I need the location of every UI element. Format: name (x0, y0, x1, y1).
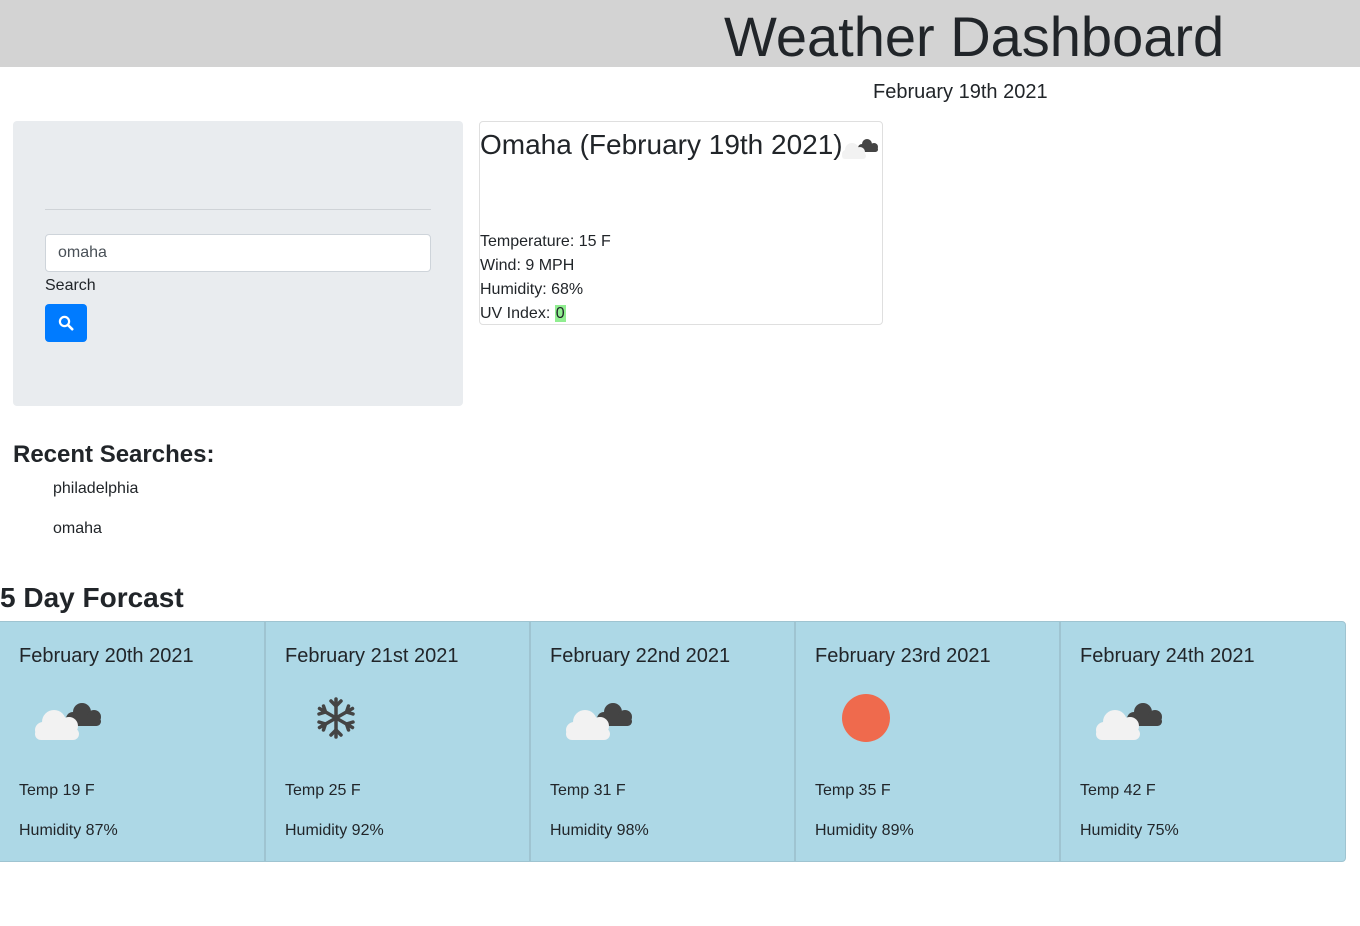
forecast-date: February 20th 2021 (19, 645, 194, 667)
current-date: February 19th 2021 (873, 81, 1048, 103)
current-humidity: Humidity: 68% (480, 281, 584, 298)
forecast-humidity: Humidity 98% (550, 822, 649, 839)
header-bar: Weather Dashboard (0, 0, 1360, 68)
forecast-date: February 22nd 2021 (550, 645, 731, 667)
forecast-humidity: Humidity 92% (285, 822, 384, 839)
forecast-temp: Temp 25 F (285, 782, 361, 799)
current-uv-index: UV Index: 0 (480, 303, 566, 325)
search-label: Search (45, 277, 96, 294)
search-input[interactable] (45, 234, 431, 272)
cloudy-icon (35, 703, 101, 740)
forecast-temp: Temp 19 F (19, 782, 95, 799)
forecast-humidity: Humidity 87% (19, 822, 118, 839)
forecast-title: 5 Day Forcast (0, 582, 184, 613)
search-button[interactable] (45, 304, 87, 342)
recent-searches-title: Recent Searches: (13, 441, 215, 468)
snowflake-icon (317, 697, 355, 739)
forecast-humidity: Humidity 75% (1080, 822, 1179, 839)
current-weather-card: Omaha (February 19th 2021) Temperature: … (479, 121, 883, 325)
forecast-temp: Temp 35 F (815, 782, 891, 799)
recent-search-item[interactable]: philadelphia (53, 479, 138, 499)
search-panel: Search (13, 121, 463, 406)
cloudy-icon (566, 703, 632, 740)
divider (45, 209, 431, 210)
page-title: Weather Dashboard (724, 5, 1225, 68)
forecast-card: February 21st 2021 Temp 25 F Humidity 92… (265, 621, 530, 862)
forecast-date: February 21st 2021 (285, 645, 459, 667)
forecast-card: February 23rd 2021 Temp 35 F Humidity 89… (795, 621, 1060, 862)
forecast-row: February 20th 2021 Temp 19 F Humidity 87… (0, 621, 1346, 862)
search-icon (58, 315, 74, 331)
cloudy-icon (1096, 703, 1162, 740)
cloudy-icon (842, 139, 878, 159)
current-temperature: Temperature: 15 F (480, 233, 611, 250)
current-wind: Wind: 9 MPH (480, 257, 575, 274)
recent-search-item[interactable]: omaha (53, 519, 102, 539)
forecast-card: February 20th 2021 Temp 19 F Humidity 87… (0, 621, 265, 862)
forecast-card: February 24th 2021 Temp 42 F Humidity 75… (1060, 621, 1346, 862)
forecast-temp: Temp 31 F (550, 782, 626, 799)
uv-index-badge: 0 (554, 305, 566, 322)
forecast-temp: Temp 42 F (1080, 782, 1156, 799)
forecast-humidity: Humidity 89% (815, 822, 914, 839)
forecast-date: February 24th 2021 (1080, 645, 1255, 667)
uv-index-label: UV Index: (480, 305, 555, 322)
sun-icon (842, 694, 890, 742)
forecast-date: February 23rd 2021 (815, 645, 991, 667)
forecast-card: February 22nd 2021 Temp 31 F Humidity 98… (530, 621, 795, 862)
current-city-heading: Omaha (February 19th 2021) (480, 129, 843, 160)
